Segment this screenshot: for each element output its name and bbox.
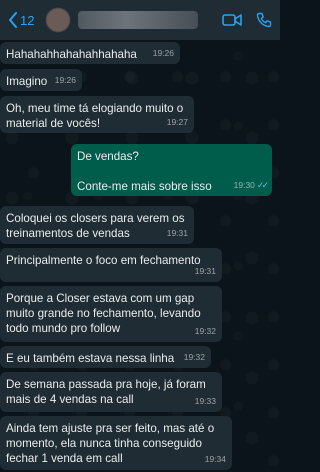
message-text: Hahahahhahahahhahaha — [6, 48, 137, 61]
message-bubble[interactable]: De semana passada pra hoje, já foram mai… — [0, 372, 222, 412]
message-bubble[interactable]: Ainda tem ajuste pra ser feito, mas até … — [0, 416, 232, 470]
avatar[interactable] — [46, 8, 71, 32]
message-bubble[interactable]: E eu também estava nessa linha 19:32 — [0, 346, 211, 368]
message-bubble[interactable]: Coloquei os closers para verem os treina… — [0, 206, 194, 244]
message-time: 19:27 — [166, 117, 188, 127]
message-time: 19:33 — [194, 396, 216, 406]
message-time: 19:30 — [233, 180, 255, 190]
unread-count: 12 — [20, 12, 35, 28]
contact-name-redacted[interactable] — [78, 11, 199, 29]
phone-icon[interactable] — [256, 12, 272, 28]
message-time: 19:32 — [183, 352, 205, 362]
message-time: 19:31 — [166, 228, 188, 238]
message-text: Coloquei os closers para verem os treina… — [6, 212, 185, 240]
message-text: Oh, meu time tá elogiando muito o materi… — [6, 102, 184, 130]
message-text: Ainda tem ajuste pra ser feito, mas até … — [6, 422, 215, 465]
message-text: Principalmente o foco em fechamento — [6, 254, 201, 267]
message-text: Imagino — [6, 75, 48, 88]
message-time: 19:34 — [204, 454, 226, 464]
chevron-left-icon — [9, 12, 17, 28]
message-list[interactable]: Hahahahhahahahhahaha 19:26 Imagino 19:26… — [0, 40, 280, 472]
message-bubble[interactable]: Imagino 19:26 — [0, 69, 82, 91]
message-time: 19:31 — [194, 266, 216, 276]
chat-header: 12 — [0, 0, 280, 40]
message-time: 19:26 — [152, 48, 174, 58]
message-time: 19:26 — [54, 75, 76, 85]
message-bubble[interactable]: Hahahahhahahahhahaha 19:26 — [0, 42, 180, 64]
message-bubble-outgoing[interactable]: De vendas? Conte-me mais sobre isso 19:3… — [71, 144, 272, 196]
message-text: De semana passada pra hoje, já foram mai… — [6, 378, 206, 406]
back-button[interactable]: 12 — [8, 12, 34, 28]
message-time: 19:32 — [194, 326, 216, 336]
video-camera-icon[interactable] — [222, 13, 242, 27]
message-text: E eu também estava nessa linha — [6, 352, 175, 365]
message-bubble[interactable]: Oh, meu time tá elogiando muito o materi… — [0, 96, 194, 133]
message-bubble[interactable]: Porque a Closer estava com um gap muito … — [0, 286, 222, 342]
double-check-icon: ✓✓ — [256, 180, 269, 190]
message-bubble[interactable]: Principalmente o foco em fechamento 19:3… — [0, 248, 222, 282]
message-text: Porque a Closer estava com um gap muito … — [6, 292, 201, 335]
message-text: De vendas? Conte-me mais sobre isso — [77, 150, 212, 193]
